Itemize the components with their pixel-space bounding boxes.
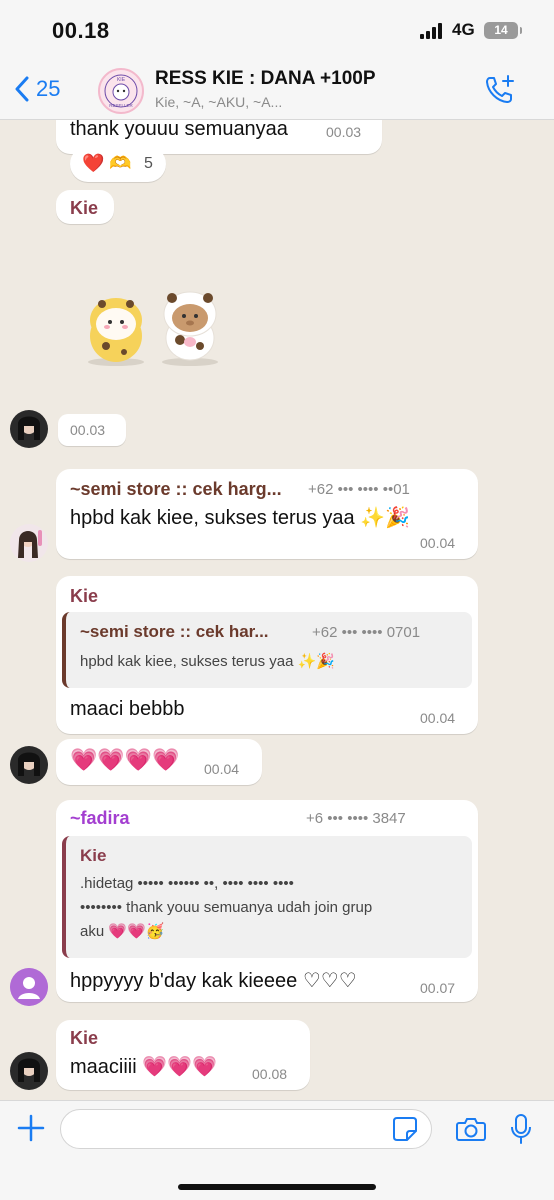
svg-text:KIE: KIE [117, 77, 126, 83]
message-text: 💗💗💗💗 [70, 747, 180, 772]
add-call-button[interactable] [484, 74, 516, 111]
status-bar: 00.18 4G 14 [0, 0, 554, 62]
home-indicator[interactable] [178, 1184, 376, 1190]
quoted-sender: Kie [80, 846, 107, 865]
message-time: 00.07 [420, 980, 456, 996]
message-time: 00.04 [204, 761, 240, 777]
unread-count: 25 [36, 76, 61, 101]
sticker-image[interactable] [80, 270, 230, 370]
message-text: maaciiii 💗💗💗 [70, 1056, 217, 1078]
avatar[interactable] [10, 524, 48, 562]
group-avatar[interactable]: KIE RESELLER [98, 68, 144, 114]
avatar[interactable] [10, 746, 48, 784]
avatar[interactable] [10, 1052, 48, 1090]
quoted-message[interactable]: Kie .hidetag ••••• •••••• ••, •••• •••• … [62, 836, 472, 958]
microphone-button[interactable] [510, 1113, 532, 1150]
reaction-count: 5 [144, 155, 153, 172]
message-bubble[interactable]: ~fadira +6 ••• •••• 3847 Kie .hidetag ••… [56, 800, 478, 1002]
chevron-left-icon [15, 76, 29, 102]
chat-header: 25 KIE RESELLER RESS KIE : DANA +100P Ki… [0, 62, 554, 120]
group-logo: KIE RESELLER [101, 71, 141, 111]
sender-phone: +6 ••• •••• 3847 [306, 810, 406, 827]
message-time: 00.08 [252, 1066, 288, 1082]
signal-icon [420, 23, 446, 44]
quoted-message[interactable]: ~semi store :: cek har... +62 ••• •••• 0… [62, 612, 472, 688]
sticker-time-pill: 00.03 [58, 414, 126, 446]
message-text: thank youuu semuanyaa [70, 120, 288, 140]
network-type: 4G [452, 20, 475, 39]
reactions-pill[interactable]: ❤️ 🫶 5 [70, 146, 166, 182]
sender-phone: +62 ••• •••• ••01 [308, 481, 410, 498]
message-time: 00.04 [420, 710, 456, 726]
phone-plus-icon [486, 75, 514, 103]
message-bubble[interactable]: 💗💗💗💗 00.04 [56, 739, 262, 785]
message-input[interactable] [60, 1109, 432, 1149]
quoted-phone: +62 ••• •••• 0701 [312, 624, 421, 641]
status-time: 00.18 [52, 18, 110, 43]
message-bubble[interactable]: Kie [56, 190, 114, 224]
quoted-text: hpbd kak kiee, sukses terus yaa ✨🎉 [80, 653, 335, 670]
avatar[interactable] [10, 410, 48, 448]
chat-area[interactable]: thank youuu semuanyaa 00.03 ❤️ 🫶 5 Kie 0… [0, 120, 554, 1100]
attach-button[interactable] [16, 1113, 46, 1148]
message-time: 00.04 [420, 535, 456, 551]
svg-text:RESELLER: RESELLER [109, 103, 133, 108]
sender-name: Kie [70, 586, 99, 606]
sticker-button[interactable] [392, 1116, 418, 1147]
battery-icon: 14 [484, 22, 522, 39]
sender-name: Kie [70, 1028, 99, 1048]
message-time: 00.03 [70, 422, 106, 438]
message-bubble[interactable]: Kie ~semi store :: cek har... +62 ••• ••… [56, 576, 478, 734]
microphone-icon [511, 1114, 531, 1144]
message-text: hpbd kak kiee, sukses terus yaa ✨🎉 [70, 507, 410, 529]
message-bubble[interactable]: Kie maaciiii 💗💗💗 00.08 [56, 1020, 310, 1090]
camera-button[interactable] [456, 1116, 486, 1147]
camera-icon [456, 1118, 486, 1141]
quoted-sender: ~semi store :: cek har... [80, 622, 269, 641]
sender-name: ~semi store :: cek harg... [70, 479, 282, 499]
quoted-text-line-1: .hidetag ••••• •••••• ••, •••• •••• •••• [80, 875, 294, 892]
quoted-text-line-2: •••••••• thank youu semuanya udah join g… [80, 899, 373, 916]
group-title[interactable]: RESS KIE : DANA +100P [155, 68, 465, 90]
message-time: 00.03 [326, 124, 362, 140]
group-members[interactable]: Kie, ~A, ~AKU, ~A... [155, 94, 465, 110]
plus-icon [17, 1114, 45, 1142]
sender-name: ~fadira [70, 808, 130, 828]
reaction-emojis: ❤️ 🫶 [82, 153, 132, 173]
message-text: hppyyyy b'day kak kieeee ♡♡♡ [70, 970, 357, 992]
avatar[interactable] [10, 968, 48, 1006]
message-bubble[interactable]: ~semi store :: cek harg... +62 ••• •••• … [56, 469, 478, 559]
message-text: maaci bebbb [70, 698, 185, 720]
sender-name: Kie [70, 198, 99, 218]
back-button[interactable]: 25 [14, 76, 60, 102]
quoted-text-line-3: aku 💗💗🥳 [80, 923, 165, 940]
sticker-icon [393, 1117, 417, 1141]
